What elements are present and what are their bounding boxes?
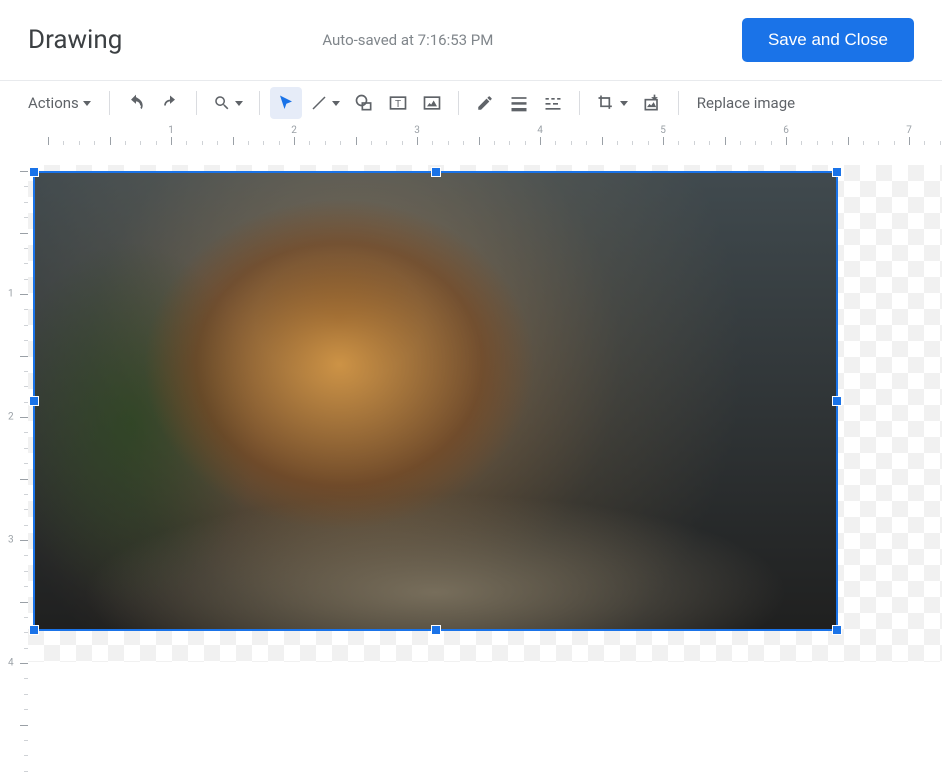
separator — [458, 91, 459, 115]
border-weight-icon — [509, 93, 529, 113]
crop-button[interactable] — [590, 87, 634, 119]
toolbar: Actions T — [0, 81, 942, 125]
redo-icon — [160, 93, 180, 113]
zoom-icon — [213, 94, 231, 112]
pen-icon — [476, 94, 494, 112]
save-and-close-button[interactable]: Save and Close — [742, 18, 914, 62]
actions-menu-label: Actions — [28, 94, 79, 112]
separator — [678, 91, 679, 115]
separator — [196, 91, 197, 115]
separator — [259, 91, 260, 115]
crop-icon — [596, 93, 616, 113]
actions-menu[interactable]: Actions — [20, 87, 99, 119]
replace-image-button[interactable]: Replace image — [689, 87, 803, 119]
selected-image[interactable] — [33, 171, 838, 631]
reset-image-icon — [642, 93, 662, 113]
undo-icon — [126, 93, 146, 113]
resize-handle-w[interactable] — [29, 396, 39, 406]
border-color-button[interactable] — [469, 87, 501, 119]
border-weight-button[interactable] — [503, 87, 535, 119]
chevron-down-icon — [620, 101, 628, 106]
resize-handle-sw[interactable] — [29, 625, 39, 635]
cursor-icon — [277, 94, 295, 112]
resize-handle-se[interactable] — [832, 625, 842, 635]
resize-handle-s[interactable] — [431, 625, 441, 635]
textbox-icon: T — [388, 93, 408, 113]
dialog-header: Drawing Auto-saved at 7:16:53 PM Save an… — [0, 0, 942, 81]
separator — [109, 91, 110, 115]
chevron-down-icon — [332, 101, 340, 106]
dialog-title: Drawing — [28, 25, 122, 55]
resize-handle-nw[interactable] — [29, 167, 39, 177]
reset-image-button[interactable] — [636, 87, 668, 119]
separator — [579, 91, 580, 115]
chevron-down-icon — [83, 101, 91, 106]
border-dash-button[interactable] — [537, 87, 569, 119]
svg-text:T: T — [395, 99, 401, 110]
vertical-ruler: 1234 — [8, 165, 28, 662]
textbox-tool-button[interactable]: T — [382, 87, 414, 119]
replace-image-label: Replace image — [697, 94, 795, 112]
line-icon — [310, 94, 328, 112]
drawing-canvas[interactable] — [28, 165, 942, 662]
autosave-status: Auto-saved at 7:16:53 PM — [322, 31, 493, 49]
resize-handle-ne[interactable] — [832, 167, 842, 177]
border-dash-icon — [543, 93, 563, 113]
redo-button[interactable] — [154, 87, 186, 119]
zoom-button[interactable] — [207, 87, 249, 119]
insert-image-button[interactable] — [416, 87, 448, 119]
line-tool-button[interactable] — [304, 87, 346, 119]
undo-button[interactable] — [120, 87, 152, 119]
shape-tool-button[interactable] — [348, 87, 380, 119]
image-icon — [422, 93, 442, 113]
resize-handle-e[interactable] — [832, 396, 842, 406]
horizontal-ruler: 1234567 — [28, 125, 942, 145]
lion-photo — [35, 173, 836, 629]
shape-icon — [354, 93, 374, 113]
resize-handle-n[interactable] — [431, 167, 441, 177]
select-tool-button[interactable] — [270, 87, 302, 119]
chevron-down-icon — [235, 101, 243, 106]
